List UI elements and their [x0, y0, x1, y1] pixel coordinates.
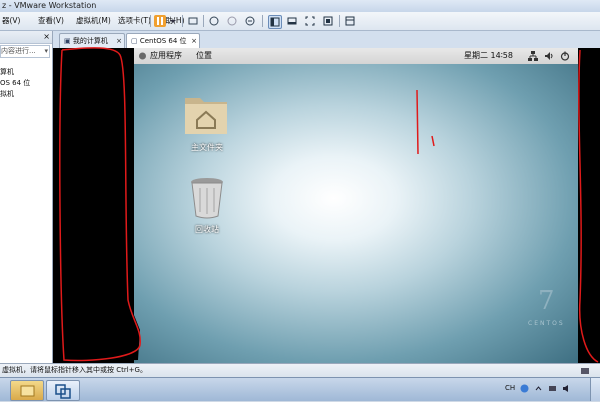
help-icon[interactable] — [520, 384, 529, 395]
tray-arrow-icon[interactable] — [534, 384, 543, 395]
status-bar: 虚拟机，请将鼠标指针移入其中或按 Ctrl+G。 — [0, 363, 600, 378]
folder-icon — [20, 385, 35, 397]
redaction-left — [60, 48, 140, 362]
vmware-icon — [55, 384, 71, 399]
annotation-overlay — [59, 47, 600, 363]
volume-tray-icon[interactable] — [562, 384, 571, 395]
vmware-taskbar-button[interactable] — [46, 380, 80, 401]
explorer-taskbar-button[interactable] — [10, 380, 44, 401]
taskbar-edge — [0, 380, 9, 399]
annotation-stroke — [431, 135, 435, 147]
language-indicator[interactable]: CH — [505, 384, 515, 392]
taskbar: CH — [0, 377, 600, 401]
annotation-stroke — [416, 89, 419, 155]
status-text: 虚拟机，请将鼠标指针移入其中或按 Ctrl+G。 — [2, 366, 147, 374]
network-tray-icon[interactable] — [548, 384, 557, 395]
show-desktop-button[interactable] — [590, 378, 600, 401]
